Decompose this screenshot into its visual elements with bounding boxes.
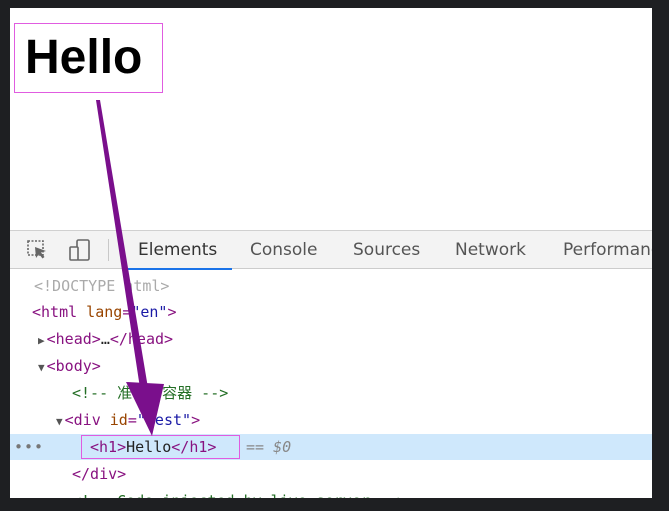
div-node: ▼ <div id="test"> xyxy=(56,407,200,435)
comment-node-2: <!-- Code injected by live-server --> xyxy=(72,488,406,498)
h1-open-tag: <h1> xyxy=(90,438,127,456)
collapse-triangle-icon[interactable]: ▼ xyxy=(38,361,45,374)
tab-sources[interactable]: Sources xyxy=(353,231,420,270)
comment-node: <!-- 准备好容器 --> xyxy=(72,384,229,402)
head-open-tag: <head> xyxy=(46,330,101,348)
tree-row-body[interactable]: ▼ <body> xyxy=(10,353,652,379)
screenshot-area: Hello Elements Console Sources Network P… xyxy=(10,8,652,498)
h1-text: Hello xyxy=(126,438,172,456)
tree-row-h1-selected[interactable]: ••• <h1>Hello</h1> == $0 xyxy=(10,434,652,460)
more-options-icon[interactable]: ••• xyxy=(14,434,44,460)
devtools-panel: Elements Console Sources Network Perform… xyxy=(10,230,652,498)
tree-row-html[interactable]: <html lang="en"> xyxy=(10,299,652,325)
inspect-element-icon[interactable] xyxy=(26,239,50,261)
head-node: ▶ <head>…</head> xyxy=(38,326,173,354)
tree-row-head[interactable]: ▶ <head>…</head> xyxy=(10,326,652,352)
expand-triangle-icon[interactable]: ▶ xyxy=(38,334,45,347)
collapse-triangle-icon[interactable]: ▼ xyxy=(56,415,63,428)
head-close-tag: </head> xyxy=(109,330,174,348)
div-tag-close: > xyxy=(191,411,201,429)
div-close-tag: </div> xyxy=(72,465,127,483)
body-open-tag: <body> xyxy=(46,357,101,375)
tab-elements[interactable]: Elements xyxy=(126,231,232,270)
tree-row-comment-2[interactable]: <!-- Code injected by live-server --> xyxy=(10,488,652,498)
html-attr-name: lang xyxy=(77,303,123,321)
selected-node-marker: == $0 xyxy=(246,438,292,456)
div-tag: <div xyxy=(64,411,101,429)
tab-console[interactable]: Console xyxy=(250,231,318,270)
toolbar-separator xyxy=(108,239,109,261)
h1-close-tag: </h1> xyxy=(171,438,217,456)
devtools-toolbar: Elements Console Sources Network Perform… xyxy=(10,230,652,270)
div-attr-eq: = xyxy=(127,411,137,429)
div-attr-value: "test" xyxy=(136,411,192,429)
tree-row-div-close[interactable]: </div> xyxy=(10,461,652,487)
page-heading: Hello xyxy=(25,31,143,84)
tab-network[interactable]: Network xyxy=(455,231,526,270)
html-node: <html lang="en"> xyxy=(32,299,177,325)
body-node: ▼ <body> xyxy=(38,353,101,381)
h1-node: <h1>Hello</h1> xyxy=(90,434,216,460)
tree-row-doctype[interactable]: <!DOCTYPE html> xyxy=(10,273,652,299)
div-attr-name: id xyxy=(100,411,128,429)
html-tag-close: > xyxy=(167,303,177,321)
elements-tree: <!DOCTYPE html> <html lang="en"> ▶ <head>… xyxy=(10,269,652,498)
head-ellipsis: … xyxy=(100,330,110,348)
html-attr-value: "en" xyxy=(131,303,168,321)
tree-row-div[interactable]: ▼ <div id="test"> xyxy=(10,407,652,433)
tree-row-comment[interactable]: <!-- 准备好容器 --> xyxy=(10,380,652,406)
html-attr-eq: = xyxy=(122,303,132,321)
device-toolbar-icon[interactable] xyxy=(68,239,92,261)
doctype-node: <!DOCTYPE html> xyxy=(34,277,170,295)
tab-performance[interactable]: Performanc xyxy=(563,231,652,270)
html-tag: <html xyxy=(32,303,78,321)
